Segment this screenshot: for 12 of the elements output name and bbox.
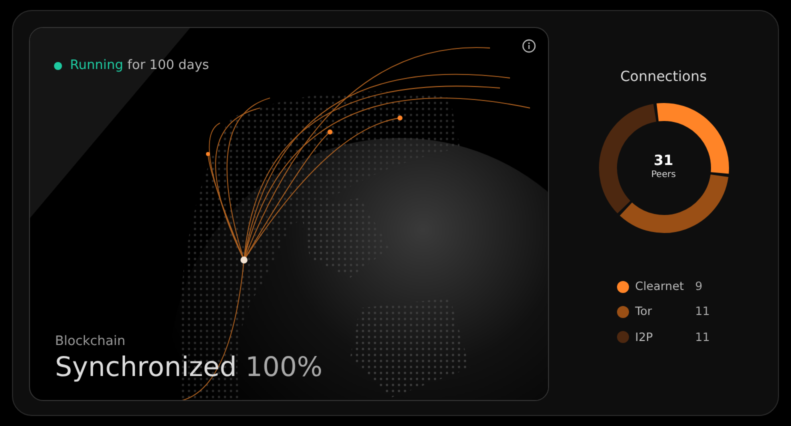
peer-label: Peers	[651, 168, 676, 182]
legend-count: 11	[695, 328, 710, 346]
legend-label: I2P	[635, 328, 654, 346]
legend-count: 11	[695, 303, 710, 320]
legend-count: 9	[695, 278, 702, 295]
legend-label: Clearnet	[635, 278, 685, 295]
status-text: Running for 100 days	[70, 57, 210, 75]
info-icon[interactable]	[522, 39, 536, 53]
section-label: Blockchain	[55, 333, 126, 352]
legend-label: Tor	[635, 303, 654, 320]
peer-count: 31	[654, 154, 674, 169]
connections-title: Connections	[620, 68, 707, 87]
